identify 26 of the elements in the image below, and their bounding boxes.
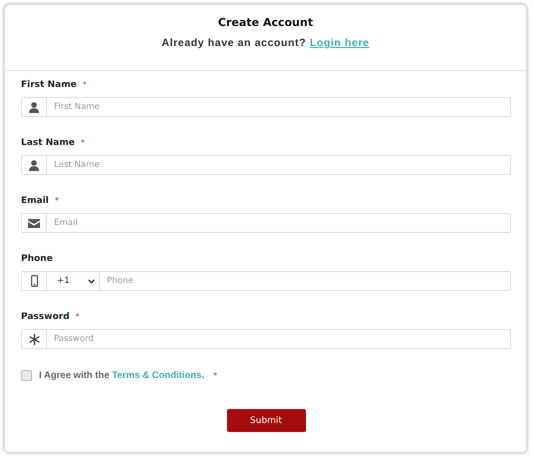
chevron-icon: [88, 278, 95, 284]
input-field[interactable]: Email: [21, 213, 511, 233]
asterisk-icon: [28, 334, 40, 344]
envelope-icon: [28, 218, 40, 228]
form-title: Create Account: [218, 16, 313, 29]
field-label: Password: [21, 312, 70, 322]
agree-text: I Agree with the Terms & Conditions.: [39, 370, 204, 381]
field-label: Last Name: [21, 138, 75, 148]
required-mark: *: [213, 371, 218, 380]
person-icon: [29, 102, 39, 112]
required-mark: *: [80, 138, 85, 147]
required-mark: *: [76, 312, 80, 321]
login-prompt: Already have an account? Login here: [162, 37, 370, 49]
field-label: Phone: [21, 254, 53, 264]
required-mark: *: [54, 196, 59, 205]
input-field[interactable]: +1 Phone: [21, 271, 511, 291]
input-field[interactable]: Last Name: [21, 155, 511, 175]
input-field[interactable]: First Name: [21, 97, 511, 117]
field-label: Email: [21, 196, 49, 206]
required-mark: *: [82, 80, 87, 89]
checkbox[interactable]: [21, 370, 32, 381]
submit-button[interactable]: Submit: [226, 409, 306, 432]
input-field[interactable]: Password: [21, 329, 511, 349]
phone-icon: [30, 275, 38, 287]
field-label: First Name: [21, 80, 77, 90]
person-icon: [29, 160, 39, 170]
